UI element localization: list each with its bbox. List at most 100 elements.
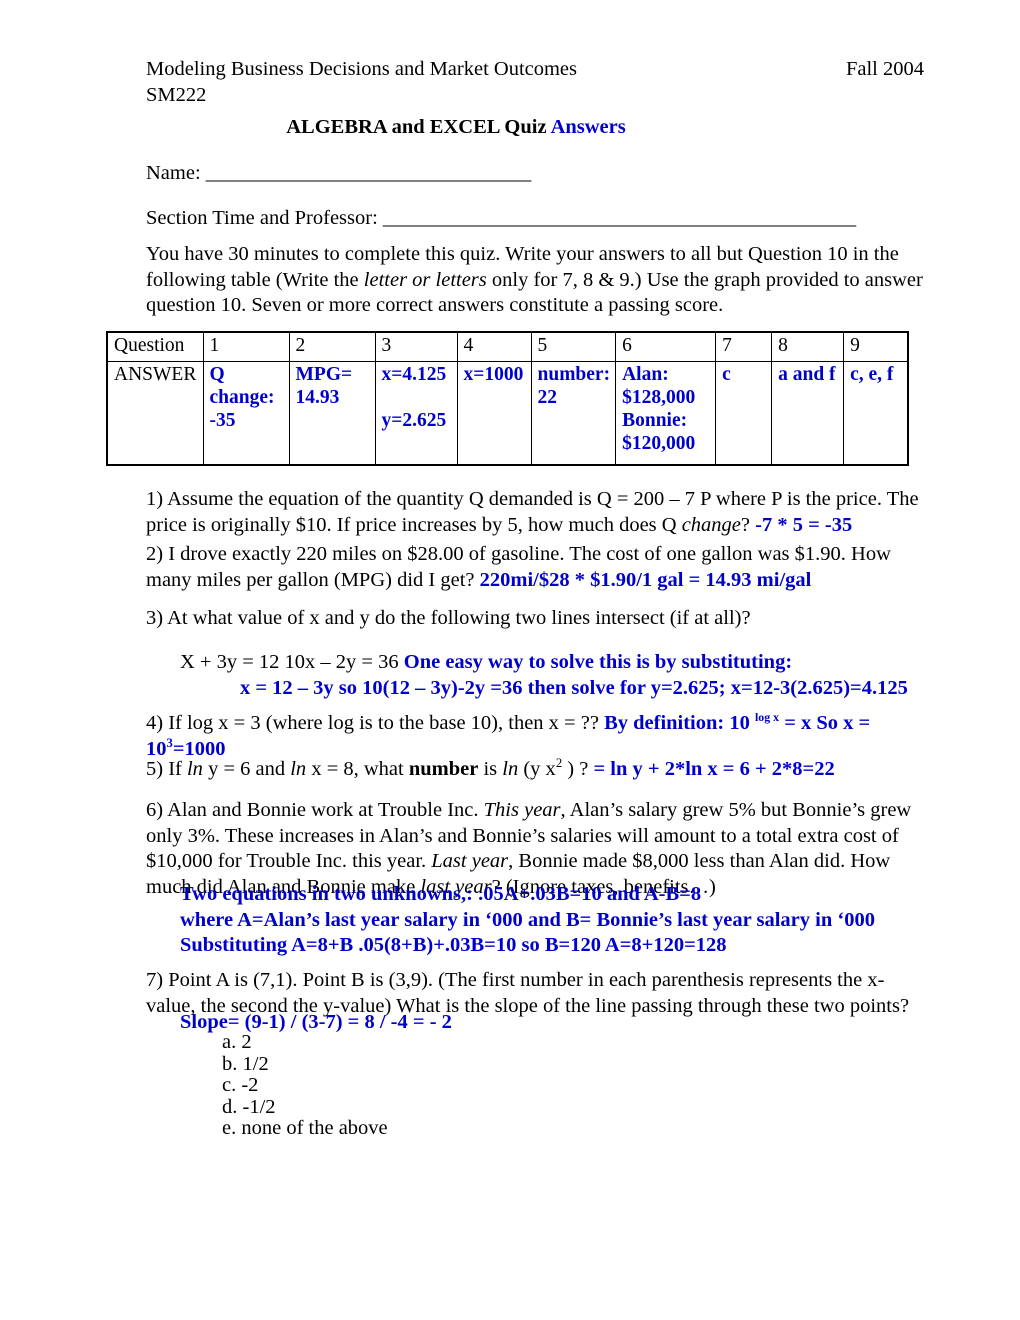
question-4: 4) If log x = 3 (where log is to the bas… (146, 711, 928, 762)
choice-a[interactable]: a. 2 (222, 1031, 388, 1054)
answer-2-line-1: MPG= (295, 364, 353, 385)
choice-c[interactable]: c. -2 (222, 1074, 388, 1097)
answer-5-line-1: number: (537, 364, 611, 385)
question-4-superscript-logx: log x (754, 710, 780, 725)
question-5-text-e: (y x (518, 758, 556, 780)
choice-e[interactable]: e. none of the above (222, 1117, 388, 1140)
table-col-header-1: 1 (202, 331, 290, 362)
instructions-italic-phrase: letter or letters (363, 268, 487, 291)
section-label: Section Time and Professor: (146, 207, 383, 229)
term-label: Fall 2004 (845, 58, 924, 80)
section-field: Section Time and Professor: ____________… (146, 205, 856, 231)
question-4-text: 4) If log x = 3 (where log is to the bas… (146, 712, 605, 734)
header-row-top: Modeling Business Decisions and Market O… (146, 56, 936, 82)
table-header-label: Question (106, 331, 204, 362)
question-5: 5) If ln y = 6 and ln x = 8, what number… (146, 757, 928, 783)
question-6-answer-line-2: where A=Alan’s last year salary in ‘000 … (180, 908, 875, 931)
table-answer-cell-5[interactable]: number: 22 (530, 361, 617, 466)
question-7-choices: a. 2 b. 1/2 c. -2 d. -1/2 e. none of the… (222, 1031, 388, 1140)
table-row-answers: ANSWER Q change: -35 MPG= 14.93 x=4.125 … (106, 361, 909, 466)
table-answer-cell-4[interactable]: x=1000 (456, 361, 532, 466)
answer-table: Question 1 2 3 4 5 6 7 8 9 ANSWER Q chan… (106, 331, 909, 466)
answer-9-line-1: c, e, f (850, 364, 894, 385)
question-5-ln-3: ln (502, 758, 519, 780)
table-col-header-9: 9 (843, 331, 909, 362)
section-blank-line[interactable]: ________________________________________… (383, 207, 856, 229)
question-5-bold-word: number (408, 758, 479, 780)
table-answer-cell-8[interactable]: a and f (771, 361, 845, 466)
question-3: 3) At what value of x and y do the follo… (146, 606, 928, 632)
answer-3-line-3: y=2.625 (381, 410, 447, 431)
table-answer-cell-2[interactable]: MPG= 14.93 (288, 361, 376, 466)
answer-1-line-2: change: (209, 387, 275, 408)
question-5-ln-1: ln (186, 758, 203, 780)
question-1-italic: change (681, 513, 741, 536)
question-1-text-b: ? (740, 513, 756, 536)
question-3-answer-line-2: x = 12 – 3y so 10(12 – 3y)-2y =36 then s… (240, 676, 908, 699)
answer-3-line-1: x=4.125 (381, 364, 447, 385)
table-col-header-2: 2 (288, 331, 376, 362)
answer-3-spacer (382, 386, 452, 409)
answer-2-line-2: 14.93 (295, 387, 340, 408)
table-col-header-3: 3 (374, 331, 458, 362)
question-3-equations: X + 3y = 12 10x – 2y = 36 (180, 651, 404, 673)
answer-1-line-3: -35 (209, 410, 236, 431)
answer-7-line-1: c (722, 364, 731, 385)
answer-6-line-4: $120,000 (622, 433, 696, 454)
question-1: 1) Assume the equation of the quantity Q… (146, 487, 928, 538)
choice-d[interactable]: d. -1/2 (222, 1096, 388, 1119)
question-5-text-d: is (478, 758, 503, 780)
question-5-text-a: 5) If (146, 758, 187, 780)
table-col-header-5: 5 (530, 331, 617, 362)
name-label: Name: (146, 162, 206, 184)
quiz-title-accent: Answers (550, 116, 626, 138)
question-4-answer-part-a: By definition: 10 (604, 712, 755, 734)
table-answer-cell-9[interactable]: c, e, f (843, 361, 909, 466)
answer-8-line-1: a and f (778, 364, 836, 385)
quiz-title: ALGEBRA and EXCEL Quiz Answers (146, 114, 936, 140)
question-1-answer: -7 * 5 = -35 (755, 513, 853, 536)
name-blank-line[interactable]: _________________________________ (206, 162, 531, 184)
question-6-answer-line-1: Two equations in two unknowns,: .05A+.03… (180, 883, 702, 905)
choice-b[interactable]: b. 1/2 (222, 1053, 388, 1076)
table-row-question-numbers: Question 1 2 3 4 5 6 7 8 9 (106, 331, 909, 362)
table-answer-cell-1[interactable]: Q change: -35 (202, 361, 290, 466)
course-code: SM222 (146, 84, 207, 106)
table-answer-label: ANSWER (106, 361, 204, 466)
answer-1-line-1: Q (209, 364, 225, 385)
question-3-answer-line-1: One easy way to solve this is by substit… (403, 651, 793, 673)
table-col-header-7: 7 (715, 331, 773, 362)
answer-6-line-3: Bonnie: (622, 410, 688, 431)
question-6-answer-line-3: Substituting A=8+B .05(8+B)+.03B=10 so B… (180, 934, 727, 956)
quiz-title-main: ALGEBRA and EXCEL Quiz (286, 116, 551, 138)
question-2: 2) I drove exactly 220 miles on $28.00 o… (146, 542, 928, 593)
answer-4-line-1: x=1000 (463, 364, 524, 385)
document-header: Modeling Business Decisions and Market O… (146, 56, 936, 140)
instructions-paragraph: You have 30 minutes to complete this qui… (146, 242, 924, 319)
answer-6-line-2: $128,000 (622, 387, 696, 408)
table-answer-cell-7[interactable]: c (715, 361, 773, 466)
table-col-header-6: 6 (615, 331, 717, 362)
question-3-solution: X + 3y = 12 10x – 2y = 36 One easy way t… (180, 650, 928, 701)
question-5-text-b: y = 6 and (202, 758, 291, 780)
document-page: Modeling Business Decisions and Market O… (0, 0, 1020, 1320)
question-6-italic-1: This year (483, 799, 561, 821)
question-6-italic-2: Last year (431, 850, 509, 872)
question-5-ln-2: ln (290, 758, 307, 780)
table-col-header-8: 8 (771, 331, 845, 362)
table-answer-cell-6[interactable]: Alan: $128,000 Bonnie: $120,000 (615, 361, 717, 466)
question-5-text-c: x = 8, what (306, 758, 409, 780)
question-2-answer: 220mi/$28 * $1.90/1 gal = 14.93 mi/gal (479, 568, 812, 591)
course-title: Modeling Business Decisions and Market O… (146, 58, 578, 80)
question-5-answer: = ln y + 2*ln x = 6 + 2*8=22 (593, 758, 835, 780)
question-5-text-f: ) ? (562, 758, 594, 780)
question-3-equations-line: X + 3y = 12 10x – 2y = 36 One easy way t… (180, 650, 928, 676)
answer-5-line-2: 22 (537, 387, 558, 408)
table-col-header-4: 4 (456, 331, 532, 362)
question-3-text: 3) At what value of x and y do the follo… (146, 607, 751, 629)
answer-6-line-1: Alan: (622, 364, 669, 385)
question-6-solution: Two equations in two unknowns,: .05A+.03… (180, 882, 928, 959)
table-answer-cell-3[interactable]: x=4.125 y=2.625 (374, 361, 458, 466)
question-6-text-a: 6) Alan and Bonnie work at Trouble Inc. (146, 799, 484, 821)
name-field: Name: _________________________________ (146, 160, 531, 186)
